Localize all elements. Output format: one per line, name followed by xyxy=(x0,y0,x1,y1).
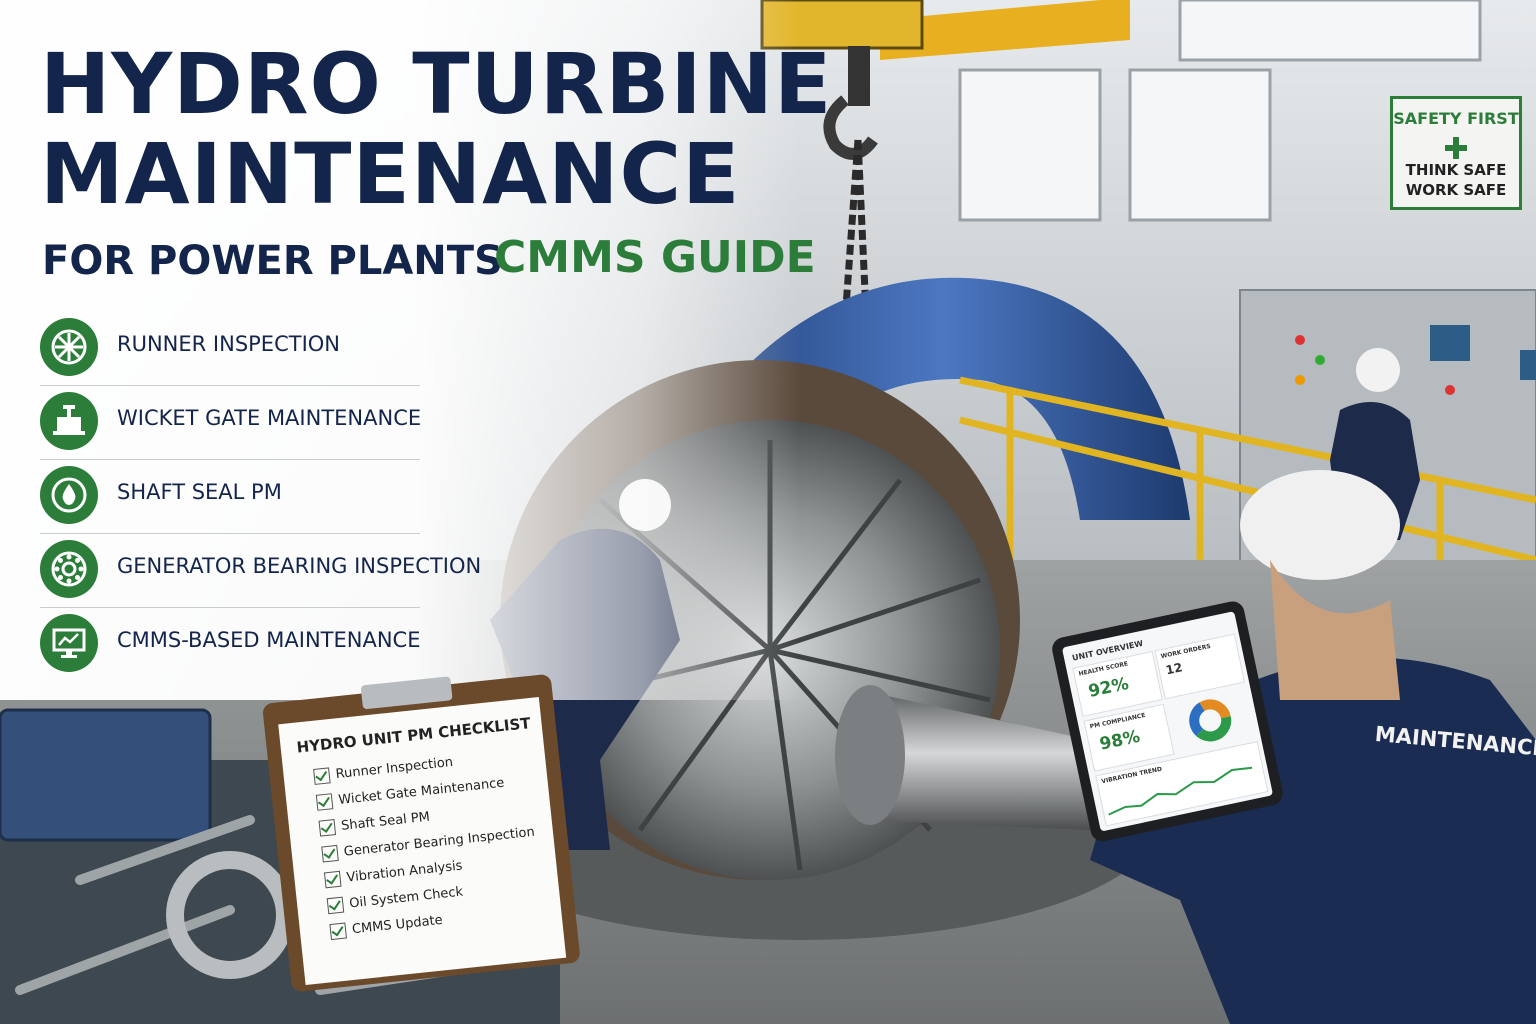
check-icon xyxy=(321,844,339,863)
guide-tag: CMMS GUIDE xyxy=(494,232,816,283)
work-orders-value: 12 xyxy=(1164,660,1184,678)
safety-sign: SAFETY FIRST THINK SAFE WORK SAFE xyxy=(1390,96,1522,210)
topic-item-wicket-gate: WICKET GATE MAINTENANCE xyxy=(40,386,422,460)
bearing-icon xyxy=(40,540,98,598)
check-icon xyxy=(326,896,345,915)
donut-chart-icon xyxy=(1189,699,1232,742)
check-icon xyxy=(313,767,331,785)
topic-item-cmms: CMMS-BASED MAINTENANCE xyxy=(40,608,420,681)
topic-label: WICKET GATE MAINTENANCE xyxy=(117,406,422,430)
check-icon xyxy=(315,793,334,811)
green-cross-icon xyxy=(1445,137,1467,159)
check-icon xyxy=(318,819,337,837)
safety-sign-heading: SAFETY FIRST xyxy=(1393,109,1519,128)
topic-item-bearing: GENERATOR BEARING INSPECTION xyxy=(40,534,481,608)
title-line-1: HYDRO TURBINE xyxy=(40,35,833,133)
toolbox xyxy=(0,708,212,842)
topic-item-shaft-seal: SHAFT SEAL PM xyxy=(40,460,420,534)
topic-label: SHAFT SEAL PM xyxy=(117,480,282,504)
monitor-chart-icon xyxy=(40,614,98,672)
pm-compliance-value: 98% xyxy=(1097,726,1142,755)
topic-label: GENERATOR BEARING INSPECTION xyxy=(117,554,482,578)
title-line-2: MAINTENANCE xyxy=(40,125,741,223)
work-orders-card: WORK ORDERS 12 xyxy=(1154,633,1246,700)
topic-label: RUNNER INSPECTION xyxy=(117,332,341,356)
topic-list: RUNNER INSPECTION WICKET GATE MAINTENANC… xyxy=(40,312,481,681)
topic-label: CMMS-BASED MAINTENANCE xyxy=(117,628,421,652)
work-orders-label: WORK ORDERS xyxy=(1160,642,1212,661)
pm-checklist-clipboard: HYDRO UNIT PM CHECKLIST Runner Inspectio… xyxy=(262,673,581,993)
subtitle: FOR POWER PLANTS xyxy=(42,238,503,284)
safety-sign-line-2: WORK SAFE xyxy=(1405,181,1507,199)
check-icon xyxy=(329,922,347,941)
runner-icon xyxy=(40,318,98,376)
health-score-value: 92% xyxy=(1086,673,1131,702)
oil-drop-icon xyxy=(40,466,98,524)
valve-icon xyxy=(40,392,98,450)
cmms-tablet: UNIT OVERVIEW HEALTH SCORE 92% WORK ORDE… xyxy=(1050,599,1285,844)
safety-sign-line-1: THINK SAFE xyxy=(1405,161,1507,179)
check-icon xyxy=(323,870,342,889)
topic-item-runner: RUNNER INSPECTION xyxy=(40,312,420,386)
